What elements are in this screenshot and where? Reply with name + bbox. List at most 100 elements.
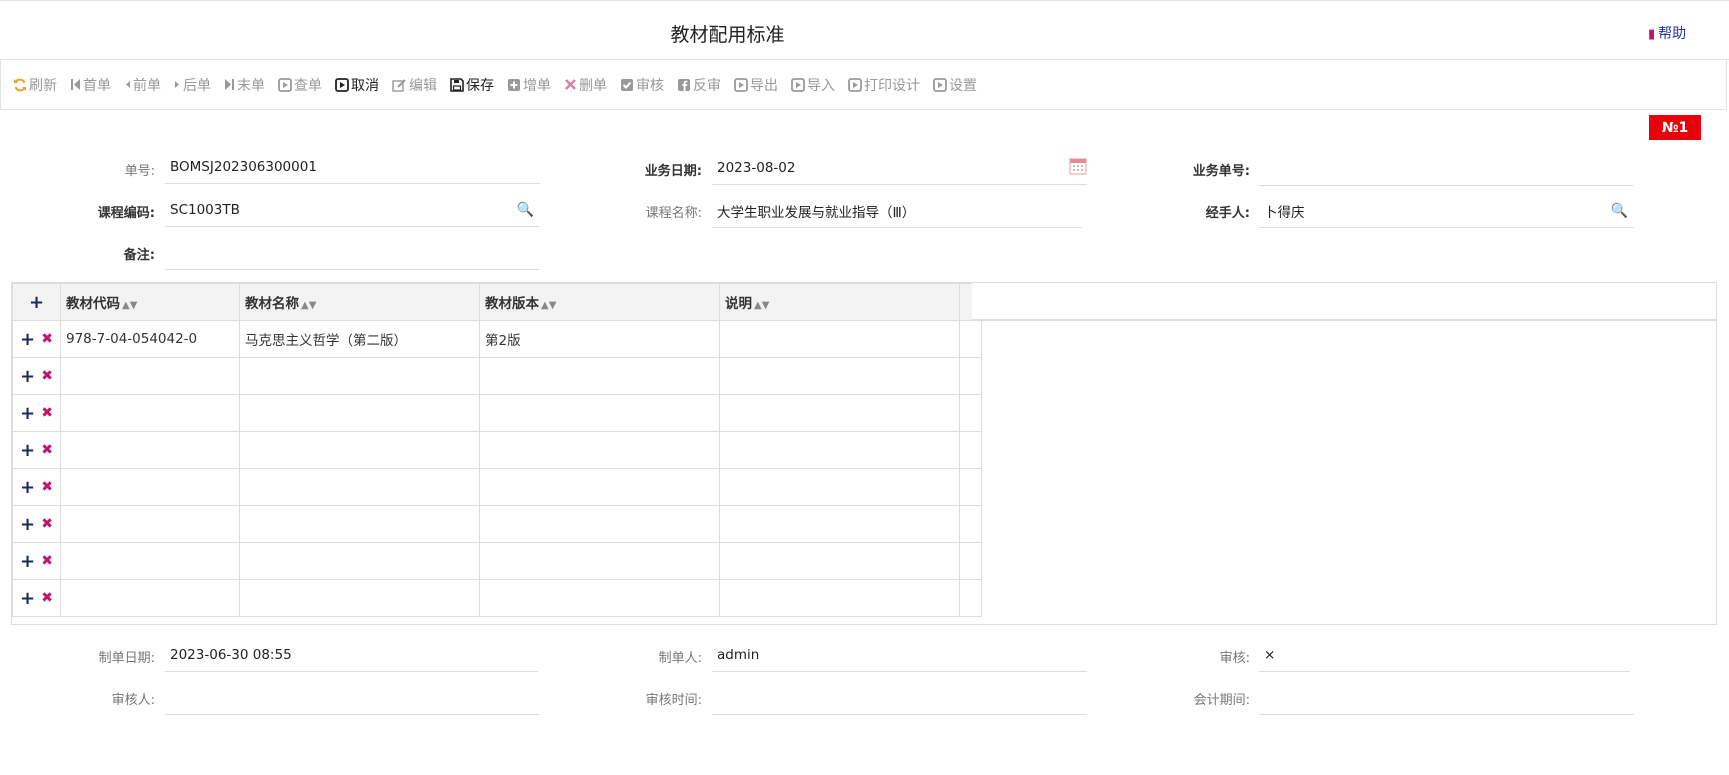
query-button[interactable]: 查单 [278, 75, 322, 95]
grid-header-divider [972, 320, 1716, 321]
column-header[interactable]: 说明 ▲▼ [719, 283, 960, 321]
period-label: 会计期间: [1193, 693, 1250, 708]
table-cell[interactable]: 第2版 [479, 320, 720, 358]
table-cell[interactable] [719, 468, 960, 506]
add-row-icon[interactable]: + [20, 366, 35, 387]
course-name-field[interactable]: 大学生职业发展与就业指导（Ⅲ） [712, 194, 1082, 228]
column-header[interactable]: 教材代码 ▲▼ [60, 283, 240, 321]
table-cell[interactable] [719, 505, 960, 543]
next-button[interactable]: 后单 [174, 75, 211, 95]
table-cell[interactable] [60, 394, 240, 432]
search-icon[interactable]: 🔍 [517, 202, 534, 218]
table-cell[interactable] [479, 431, 720, 469]
export-button[interactable]: 导出 [734, 75, 778, 95]
add-row-icon[interactable]: + [20, 477, 35, 498]
row-controls: + ✖ [12, 431, 61, 469]
table-cell[interactable] [239, 394, 480, 432]
toolbar-button-label: 保存 [466, 77, 494, 94]
table-cell[interactable] [239, 505, 480, 543]
table-cell[interactable] [479, 542, 720, 580]
add-row-icon[interactable]: + [20, 329, 35, 350]
table-cell[interactable] [60, 505, 240, 543]
table-cell[interactable] [239, 542, 480, 580]
delete-row-icon[interactable]: ✖ [41, 405, 53, 421]
delete-button[interactable]: 删单 [564, 75, 607, 95]
table-cell[interactable] [719, 357, 960, 395]
course-code-field[interactable]: SC1003TB 🔍 [165, 193, 540, 227]
delete-row-icon[interactable]: ✖ [41, 368, 53, 384]
toolbar: 刷新 首单 前单 后单 末单 查单 取消 编辑 保存 增单 删单 审核 反审 导出 导入 打印设计 设置 [0, 60, 1727, 110]
settings-button[interactable]: 设置 [933, 75, 977, 95]
table-cell[interactable] [239, 468, 480, 506]
table-cell[interactable] [60, 357, 240, 395]
order-no-label: 单号: [124, 164, 155, 179]
sort-icon[interactable]: ▲▼ [122, 300, 137, 311]
handler-field[interactable]: 卜得庆 🔍 [1259, 194, 1634, 228]
table-cell[interactable] [719, 394, 960, 432]
biz-date-field[interactable]: 2023-08-02 [712, 151, 1087, 185]
add-row-icon[interactable]: + [20, 551, 35, 572]
table-cell[interactable]: 马克思主义哲学（第二版） [239, 320, 480, 358]
biz-no-field[interactable] [1259, 152, 1634, 186]
column-header[interactable]: 教材名称 ▲▼ [239, 283, 480, 321]
prev-button[interactable]: 前单 [124, 75, 161, 95]
add-row-icon[interactable]: + [20, 514, 35, 535]
delete-row-icon[interactable]: ✖ [41, 553, 53, 569]
edit-button[interactable]: 编辑 [392, 75, 437, 95]
remark-field[interactable] [165, 236, 540, 270]
help-link[interactable]: ▮ 帮助 [1648, 23, 1686, 43]
sort-icon[interactable]: ▲▼ [541, 300, 556, 311]
table-cell[interactable]: 978-7-04-054042-0 [60, 320, 240, 358]
table-cell[interactable] [239, 431, 480, 469]
plus-icon[interactable]: + [29, 292, 44, 313]
table-cell[interactable] [479, 579, 720, 617]
period-field [1259, 681, 1634, 715]
last-icon [224, 78, 235, 91]
delete-row-icon[interactable]: ✖ [41, 516, 53, 532]
table-cell[interactable] [479, 505, 720, 543]
add-button[interactable]: 增单 [507, 75, 551, 95]
delete-row-icon[interactable]: ✖ [41, 331, 53, 347]
toolbar-button-label: 审核 [636, 77, 664, 94]
table-cell[interactable] [719, 579, 960, 617]
table-cell[interactable] [60, 542, 240, 580]
sort-icon[interactable]: ▲▼ [301, 300, 316, 311]
sort-icon[interactable]: ▲▼ [754, 300, 769, 311]
print_design-button[interactable]: 打印设计 [848, 75, 920, 95]
table-cell[interactable] [239, 579, 480, 617]
table-cell[interactable] [479, 468, 720, 506]
add-row-icon[interactable]: + [20, 588, 35, 609]
cancel-button[interactable]: 取消 [335, 75, 379, 95]
table-cell[interactable] [60, 579, 240, 617]
add-row-header[interactable]: + [12, 283, 61, 321]
delete-row-icon[interactable]: ✖ [41, 442, 53, 458]
play-square-icon [791, 77, 805, 92]
table-row: + ✖ [12, 468, 982, 506]
save-button[interactable]: 保存 [450, 75, 494, 95]
last-button[interactable]: 末单 [224, 75, 265, 95]
table-cell[interactable] [60, 468, 240, 506]
table-cell[interactable] [719, 431, 960, 469]
table-cell[interactable] [479, 394, 720, 432]
audit-button[interactable]: 审核 [620, 75, 664, 95]
table-cell[interactable] [239, 357, 480, 395]
unaudit-button[interactable]: 反审 [677, 75, 721, 95]
table-cell[interactable] [60, 431, 240, 469]
import-button[interactable]: 导入 [791, 75, 835, 95]
refresh-button[interactable]: 刷新 [13, 75, 57, 95]
delete-row-icon[interactable]: ✖ [41, 590, 53, 606]
table-cell[interactable] [719, 320, 960, 358]
row-controls: + ✖ [12, 468, 61, 506]
first-button[interactable]: 首单 [70, 75, 111, 95]
add-row-icon[interactable]: + [20, 440, 35, 461]
search-icon[interactable]: 🔍 [1611, 203, 1628, 219]
times-icon [564, 78, 577, 91]
calendar-icon[interactable] [1069, 157, 1087, 179]
order-no-field[interactable]: BOMSJ202306300001 [165, 150, 540, 184]
column-header[interactable]: 教材版本 ▲▼ [479, 283, 720, 321]
delete-row-icon[interactable]: ✖ [41, 479, 53, 495]
made-date-label: 制单日期: [98, 651, 155, 666]
add-row-icon[interactable]: + [20, 403, 35, 424]
table-cell[interactable] [719, 542, 960, 580]
table-cell[interactable] [479, 357, 720, 395]
